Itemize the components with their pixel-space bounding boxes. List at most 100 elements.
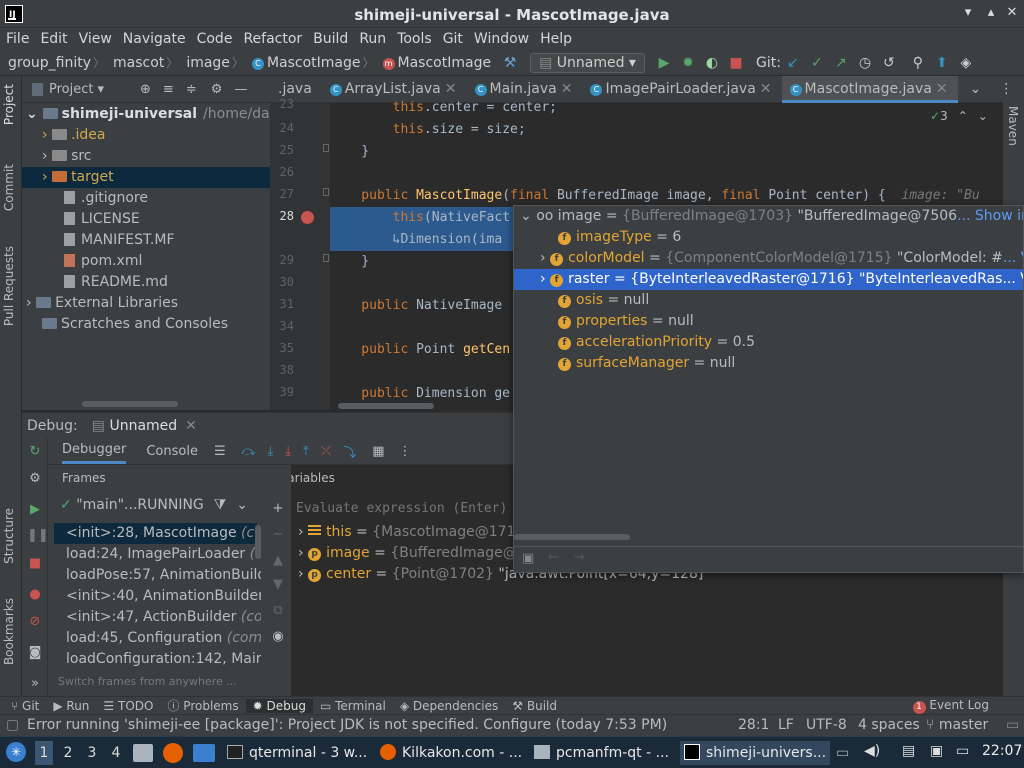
- rollback-icon[interactable]: ↺: [880, 55, 898, 71]
- jetbrains-logo-icon[interactable]: ◈: [957, 55, 975, 71]
- status-panel-icon[interactable]: ▢: [6, 717, 19, 733]
- toolwindow-terminal[interactable]: ▭ Terminal: [313, 699, 393, 713]
- locate-icon[interactable]: ⊕: [140, 82, 151, 97]
- tree-item-gitignore[interactable]: .gitignore: [64, 188, 148, 209]
- tree-item-pom[interactable]: pom.xml: [64, 251, 142, 272]
- breadcrumb-method[interactable]: m MascotImage: [375, 55, 494, 71]
- status-message[interactable]: Error running 'shimeji-ee [package]': Pr…: [27, 717, 667, 733]
- popup-field-row[interactable]: f imageType = 6: [514, 227, 1023, 248]
- desktop-2[interactable]: 2: [59, 741, 77, 765]
- popup-field-row[interactable]: f properties = null: [514, 311, 1023, 332]
- stop-icon[interactable]: ■: [727, 55, 745, 71]
- variable-row[interactable]: › this = {MascotImage@1716: [298, 522, 524, 543]
- volume-icon[interactable]: ◀): [864, 743, 880, 759]
- camera-icon[interactable]: ◙: [27, 645, 43, 660]
- task-firefox[interactable]: Kilkakon.com - ...: [376, 741, 524, 765]
- menu-code[interactable]: Code: [195, 28, 242, 50]
- clipboard-icon[interactable]: ▤: [902, 743, 915, 759]
- minimize-icon[interactable]: ▾: [960, 5, 976, 21]
- toolwindow-todo[interactable]: ☰ TODO: [96, 699, 160, 713]
- resume-icon[interactable]: ▶: [27, 502, 43, 517]
- step-over-icon[interactable]: ⤼: [242, 444, 256, 459]
- task-pcmanfm[interactable]: pcmanfm-qt - ...: [530, 741, 676, 765]
- tree-item-external-libraries[interactable]: › External Libraries: [26, 293, 178, 314]
- switch-frames-hint[interactable]: Switch frames from anywhere ...: [58, 675, 237, 688]
- inspection-widget[interactable]: ✓3 ⌃ ⌄: [930, 109, 988, 123]
- filter-icon[interactable]: ⧩: [214, 497, 227, 513]
- tree-item-idea[interactable]: › .idea: [42, 125, 105, 146]
- history-icon[interactable]: ◷: [856, 55, 874, 71]
- evaluate-expression-icon[interactable]: ▦: [372, 444, 384, 459]
- move-down-icon[interactable]: ▼: [270, 577, 286, 592]
- tray-window-icon[interactable]: ▭: [836, 745, 849, 761]
- run-icon[interactable]: ▶: [655, 55, 673, 71]
- menu-tools[interactable]: Tools: [395, 28, 441, 50]
- tab-list-chevron-icon[interactable]: ⌄: [958, 76, 992, 103]
- task-intellij[interactable]: shimeji-univers...: [680, 741, 830, 765]
- notification-icon[interactable]: ▭: [956, 743, 969, 759]
- menu-window[interactable]: Window: [472, 28, 538, 50]
- menu-file[interactable]: File: [4, 28, 38, 50]
- editor-tab-mascotimage[interactable]: C MascotImage.java ✕: [781, 76, 958, 103]
- show-image-link[interactable]: ... Show image: [957, 208, 1023, 224]
- tree-item-src[interactable]: › src: [42, 146, 92, 167]
- lock-icon[interactable]: ▭: [1006, 717, 1019, 733]
- drop-frame-icon[interactable]: ⤫: [321, 444, 331, 459]
- file-encoding[interactable]: UTF-8: [806, 717, 847, 733]
- menu-view[interactable]: View: [77, 28, 121, 50]
- toolwindow-build[interactable]: ⚒ Build: [505, 699, 564, 713]
- tab-console[interactable]: Console: [146, 444, 198, 459]
- toolwindow-problems[interactable]: ⓘ Problems: [160, 697, 245, 714]
- hide-panel-icon[interactable]: —: [234, 82, 247, 97]
- menu-build[interactable]: Build: [311, 28, 357, 50]
- forward-icon[interactable]: →: [574, 550, 585, 565]
- breadcrumb-group-finity[interactable]: group_finity: [0, 55, 93, 71]
- task-qterminal[interactable]: qterminal - 3 w...: [223, 741, 370, 765]
- tree-item-license[interactable]: LICENSE: [64, 209, 140, 230]
- frames-scrollbar[interactable]: [255, 525, 261, 559]
- remove-watch-icon[interactable]: −: [270, 527, 286, 542]
- menu-edit[interactable]: Edit: [38, 28, 76, 50]
- duplicate-icon[interactable]: ⧉: [270, 603, 286, 618]
- popup-field-row-selected[interactable]: › f raster = {ByteInterleavedRaster@1716}…: [514, 269, 1023, 290]
- run-to-cursor-icon[interactable]: ⤵: [343, 442, 356, 461]
- editor-horizontal-scrollbar[interactable]: [338, 403, 434, 409]
- tree-item-scratches[interactable]: Scratches and Consoles: [42, 314, 228, 335]
- network-icon[interactable]: ▣: [930, 743, 943, 759]
- firefox-launcher-icon[interactable]: [163, 743, 183, 763]
- move-up-icon[interactable]: ▲: [270, 553, 286, 568]
- search-icon[interactable]: ⚲: [909, 55, 927, 71]
- line-separator[interactable]: LF: [778, 717, 794, 733]
- expand-icon[interactable]: »: [27, 676, 43, 691]
- breadcrumb-image[interactable]: image: [178, 55, 232, 71]
- rerun-icon[interactable]: ↻: [27, 444, 43, 459]
- start-menu-icon[interactable]: ✳: [6, 742, 26, 762]
- force-step-into-icon[interactable]: ⤓: [285, 444, 291, 459]
- menu-navigate[interactable]: Navigate: [121, 28, 195, 50]
- desktop-1[interactable]: 1: [35, 741, 53, 765]
- tab-debugger[interactable]: Debugger: [62, 438, 127, 464]
- mute-breakpoints-icon[interactable]: ⊘: [27, 614, 43, 629]
- popup-root-row[interactable]: ⌄ oo image = {BufferedImage@1703} "Buffe…: [514, 206, 1023, 227]
- tab-maven[interactable]: Maven: [1006, 106, 1020, 146]
- git-branch-widget[interactable]: ⑂ master: [926, 717, 988, 733]
- fold-marker-icon[interactable]: [323, 254, 329, 262]
- pause-icon[interactable]: ❚❚: [27, 528, 49, 543]
- menu-help[interactable]: Help: [538, 28, 581, 50]
- desktop-4[interactable]: 4: [107, 741, 125, 765]
- breadcrumb-class[interactable]: C MascotImage: [244, 55, 363, 71]
- popup-field-row[interactable]: f accelerationPriority = 0.5: [514, 332, 1023, 353]
- frame-row[interactable]: <init>:47, ActionBuilder (com.: [58, 607, 261, 628]
- git-push-icon[interactable]: ↗: [832, 55, 850, 71]
- close-icon[interactable]: ✕: [185, 418, 197, 434]
- git-commit-icon[interactable]: ✓: [808, 55, 826, 71]
- view-link[interactable]: ... View: [1003, 250, 1023, 266]
- fold-marker-icon[interactable]: [323, 144, 329, 152]
- frame-row[interactable]: loadPose:57, AnimationBuilder: [58, 565, 261, 586]
- tab-commit[interactable]: Commit: [2, 164, 16, 211]
- coverage-icon[interactable]: ◐: [703, 55, 721, 71]
- maximize-icon[interactable]: ▴: [983, 5, 999, 21]
- popup-horizontal-scrollbar[interactable]: [514, 534, 630, 540]
- more-icon[interactable]: ⋮: [399, 444, 412, 459]
- desktop-launcher-icon[interactable]: [193, 744, 215, 762]
